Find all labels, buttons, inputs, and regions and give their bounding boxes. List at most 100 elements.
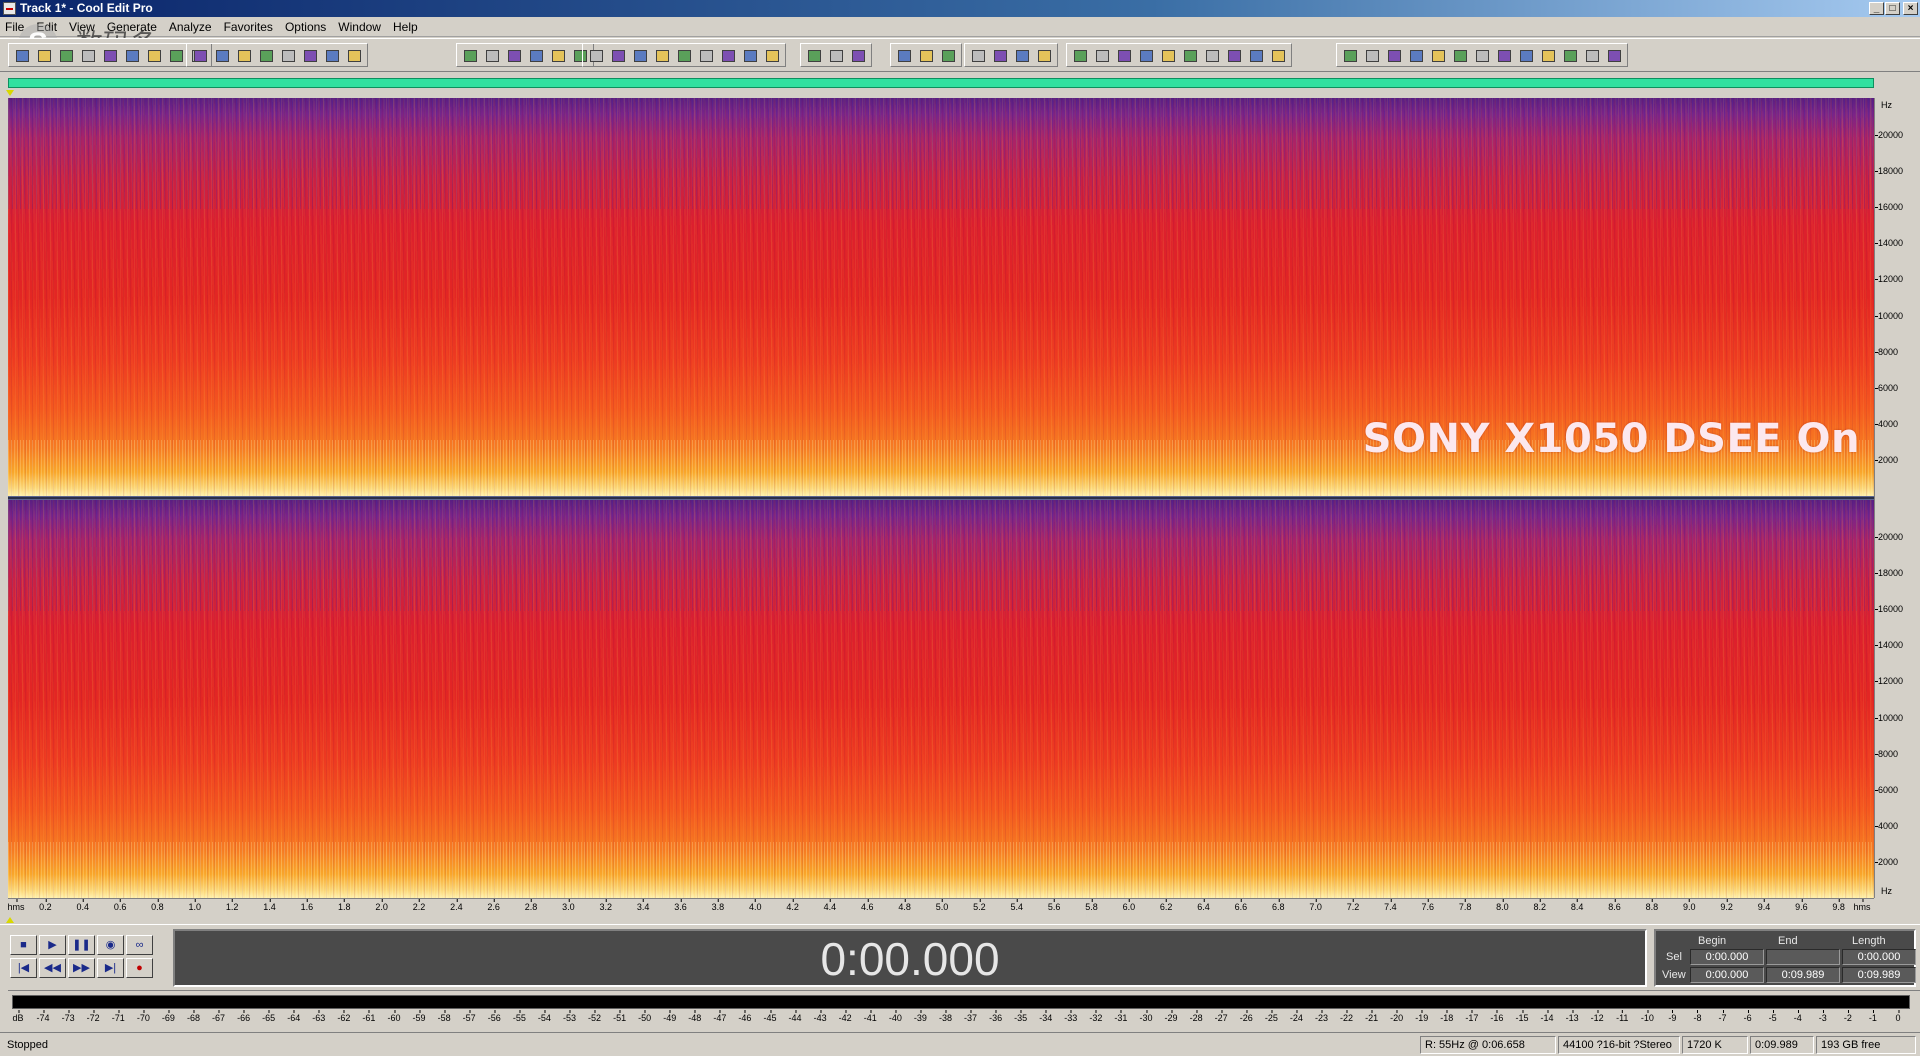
menu-favorites[interactable]: Favorites: [218, 17, 279, 34]
menu-generate[interactable]: Generate: [101, 17, 163, 34]
frequency-ruler[interactable]: Hz 20000 18000 16000 14000 12000 10000 8000 6000…: [1874, 98, 1920, 898]
reverb-button[interactable]: [1158, 46, 1178, 65]
spectral-view[interactable]: SONY X1050 DSEE On: [8, 98, 1874, 898]
envelope-button[interactable]: [526, 46, 546, 65]
eq-button[interactable]: [968, 46, 988, 65]
help-button[interactable]: [848, 46, 868, 65]
fast-forward-button[interactable]: ▶▶: [68, 958, 95, 978]
noise-reduction-button[interactable]: [1180, 46, 1200, 65]
view-length-field[interactable]: 0:09.989: [1842, 967, 1916, 983]
delay-button[interactable]: [1070, 46, 1090, 65]
mix-paste-button[interactable]: [212, 46, 232, 65]
graphic-eq-button[interactable]: [990, 46, 1010, 65]
time-format-button[interactable]: [696, 46, 716, 65]
zoom-out-button[interactable]: [608, 46, 628, 65]
waveform-spectral-toggle-button[interactable]: [12, 46, 32, 65]
tone-button[interactable]: [1494, 46, 1514, 65]
brainwave-button[interactable]: [1560, 46, 1580, 65]
cut-button[interactable]: [166, 46, 186, 65]
menu-window[interactable]: Window: [332, 17, 387, 34]
frequency-analysis-button[interactable]: [916, 46, 936, 65]
sel-length-field[interactable]: 0:00.000: [1842, 949, 1916, 965]
clip-restore-button[interactable]: [1246, 46, 1266, 65]
view-begin-field[interactable]: 0:00.000: [1690, 967, 1764, 983]
echo-button[interactable]: [1092, 46, 1112, 65]
fade-button[interactable]: [504, 46, 524, 65]
script-button[interactable]: [826, 46, 846, 65]
bars-beats-button[interactable]: [718, 46, 738, 65]
record-button[interactable]: ●: [126, 958, 153, 978]
parametric-eq-button[interactable]: [1012, 46, 1032, 65]
loop-button[interactable]: [674, 46, 694, 65]
open-button[interactable]: [56, 46, 76, 65]
silence-button[interactable]: [278, 46, 298, 65]
meter-tick-label: -38: [938, 1010, 952, 1023]
zoom-in-button[interactable]: [586, 46, 606, 65]
view-end-field[interactable]: 0:09.989: [1766, 967, 1840, 983]
vibrato-button[interactable]: [1428, 46, 1448, 65]
compressor-button[interactable]: [1268, 46, 1288, 65]
play-button[interactable]: [652, 46, 672, 65]
pause-button[interactable]: ❚❚: [68, 935, 95, 955]
stretch-button[interactable]: [1384, 46, 1404, 65]
undo-button[interactable]: [122, 46, 142, 65]
overview-start-marker[interactable]: [6, 90, 14, 96]
loop-button[interactable]: ∞: [126, 935, 153, 955]
go-to-beginning-button[interactable]: |◀: [10, 958, 37, 978]
trim-button[interactable]: [234, 46, 254, 65]
flanger-button[interactable]: [1136, 46, 1156, 65]
right-channel-spectrogram[interactable]: [8, 500, 1874, 898]
chorus-button[interactable]: [1114, 46, 1134, 65]
scientific-filter-button[interactable]: [1604, 46, 1624, 65]
select-view-button[interactable]: [322, 46, 342, 65]
paste-button[interactable]: [190, 46, 210, 65]
marker-button[interactable]: [740, 46, 760, 65]
find-button[interactable]: [344, 46, 364, 65]
menu-help[interactable]: Help: [387, 17, 424, 34]
noise-gen-button[interactable]: [1538, 46, 1558, 65]
time-cursor-marker[interactable]: [6, 917, 14, 923]
zoom-full-button[interactable]: [630, 46, 650, 65]
invert-button[interactable]: [548, 46, 568, 65]
overview-range-bar[interactable]: [8, 78, 1874, 88]
convolution-button[interactable]: [1582, 46, 1602, 65]
play-to-end-button[interactable]: ◉: [97, 935, 124, 955]
multitrack-button[interactable]: [34, 46, 54, 65]
menu-analyze[interactable]: Analyze: [163, 17, 218, 34]
maximize-button[interactable]: □: [1885, 2, 1900, 15]
sel-end-field[interactable]: [1766, 949, 1840, 965]
filter-button[interactable]: [1034, 46, 1054, 65]
select-all-button[interactable]: [300, 46, 320, 65]
menu-edit[interactable]: Edit: [30, 17, 63, 34]
sel-begin-field[interactable]: 0:00.000: [1690, 949, 1764, 965]
minimize-button[interactable]: _: [1869, 2, 1884, 15]
play-button[interactable]: ▶: [39, 935, 66, 955]
favorites-button[interactable]: [804, 46, 824, 65]
stop-button[interactable]: ■: [10, 935, 37, 955]
pitch-button[interactable]: [1362, 46, 1382, 65]
close-button[interactable]: ×: [1903, 2, 1918, 15]
redo-button[interactable]: [144, 46, 164, 65]
bend-button[interactable]: [1406, 46, 1426, 65]
hiss-button[interactable]: [1224, 46, 1244, 65]
amplify-button[interactable]: [460, 46, 480, 65]
menu-options[interactable]: Options: [279, 17, 332, 34]
menu-view[interactable]: View: [63, 17, 101, 34]
delete-button[interactable]: [256, 46, 276, 65]
spectral-view-button[interactable]: [894, 46, 914, 65]
dtmf-button[interactable]: [1516, 46, 1536, 65]
go-to-end-button[interactable]: ▶|: [97, 958, 124, 978]
cue-list-button[interactable]: [762, 46, 782, 65]
click-remove-button[interactable]: [1202, 46, 1222, 65]
spectrum-button[interactable]: [1472, 46, 1492, 65]
rewind-button[interactable]: ◀◀: [39, 958, 66, 978]
save-button[interactable]: [78, 46, 98, 65]
time-ruler[interactable]: hms 0.2 0.4 0.6 0.8 1.0 1.2 1.4 1.6 1.8 2.0 2.2 2.4 2…: [7, 898, 1874, 916]
left-channel-spectrogram[interactable]: SONY X1050 DSEE On: [8, 98, 1874, 496]
close-button[interactable]: [100, 46, 120, 65]
pan-button[interactable]: [1450, 46, 1470, 65]
normalize-button[interactable]: [482, 46, 502, 65]
hard-limit-button[interactable]: [1340, 46, 1360, 65]
scan-button[interactable]: [938, 46, 958, 65]
menu-file[interactable]: File: [0, 17, 30, 34]
